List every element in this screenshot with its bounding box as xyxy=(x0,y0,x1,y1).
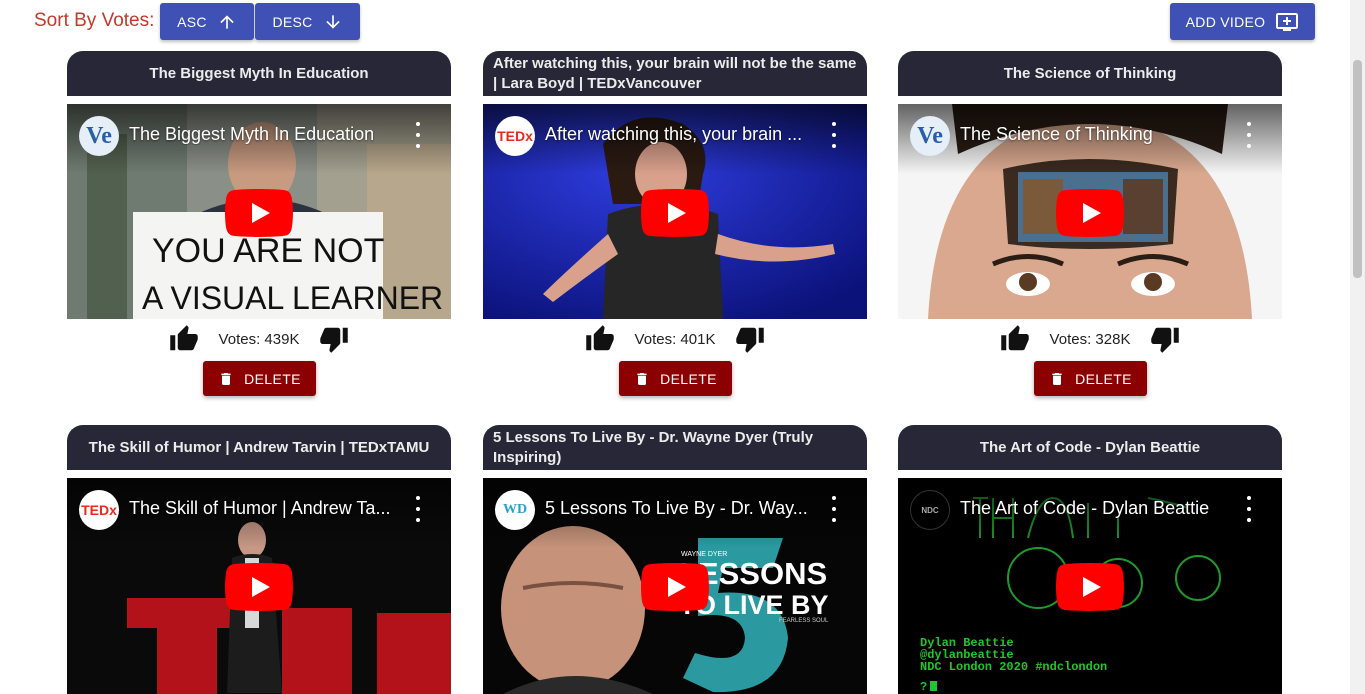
trash-icon xyxy=(1052,372,1062,385)
player-title[interactable]: The Art of Code - Dylan Beattie xyxy=(960,498,1230,519)
terminal-cursor xyxy=(930,681,937,691)
video-player[interactable]: YOU ARE NOT A VISUAL LEARNER Ve The Bigg… xyxy=(67,104,451,319)
video-card: 5 Lessons To Live By - Dr. Wayne Dyer (T… xyxy=(483,425,867,694)
thumbs-down-icon[interactable] xyxy=(733,322,767,356)
video-card: The Science of Thinking Ve The Science o… xyxy=(898,51,1282,399)
player-title[interactable]: 5 Lessons To Live By - Dr. Way... xyxy=(545,498,815,519)
play-icon[interactable] xyxy=(225,563,293,611)
trash-icon xyxy=(637,372,647,385)
delete-label: DELETE xyxy=(1075,370,1132,387)
terminal-prompt: ? xyxy=(920,680,927,694)
channel-avatar[interactable]: NDC xyxy=(910,490,950,530)
video-card: The Biggest Myth In Education YOU ARE NO… xyxy=(67,51,451,399)
trash-icon xyxy=(221,372,231,385)
sort-desc-label: DESC xyxy=(272,13,313,30)
more-options-icon[interactable] xyxy=(831,122,837,148)
votes-row: Votes: 328K xyxy=(898,322,1282,356)
thumbs-down-icon[interactable] xyxy=(1148,322,1182,356)
arrow-down-icon xyxy=(325,14,340,29)
more-options-icon[interactable] xyxy=(415,122,421,148)
delete-button[interactable]: DELETE xyxy=(619,361,732,396)
video-card: The Skill of Humor | Andrew Tarvin | TED… xyxy=(67,425,451,694)
delete-button[interactable]: DELETE xyxy=(203,361,316,396)
play-icon[interactable] xyxy=(225,189,293,237)
sign-line-2: A VISUAL LEARNER xyxy=(142,280,443,316)
sort-asc-label: ASC xyxy=(177,13,207,30)
more-options-icon[interactable] xyxy=(831,496,837,522)
player-title[interactable]: The Biggest Myth In Education xyxy=(129,124,399,145)
video-title: The Art of Code - Dylan Beattie xyxy=(898,425,1282,470)
thumbs-up-icon[interactable] xyxy=(583,322,617,356)
delete-label: DELETE xyxy=(244,370,301,387)
video-player[interactable]: Ve The Science of Thinking xyxy=(898,104,1282,319)
video-player[interactable]: WAYNE DYER LESSONS TO LIVE BY FEARLESS S… xyxy=(483,478,867,694)
more-options-icon[interactable] xyxy=(1246,122,1252,148)
video-title: After watching this, your brain will not… xyxy=(483,51,867,96)
sort-asc-button[interactable]: ASC xyxy=(160,3,254,40)
video-card: After watching this, your brain will not… xyxy=(483,51,867,399)
thumbs-up-icon[interactable] xyxy=(167,322,201,356)
add-to-queue-icon xyxy=(1276,12,1299,31)
play-icon[interactable] xyxy=(1056,563,1124,611)
play-icon[interactable] xyxy=(641,189,709,237)
more-options-icon[interactable] xyxy=(415,496,421,522)
channel-avatar[interactable]: TEDx xyxy=(495,116,535,156)
page: Sort By Votes: ASC DESC ADD VIDEO The Bi… xyxy=(0,0,1365,694)
thumbs-up-icon[interactable] xyxy=(998,322,1032,356)
video-title: The Science of Thinking xyxy=(898,51,1282,96)
vote-count: Votes: 401K xyxy=(634,330,716,348)
video-title: The Skill of Humor | Andrew Tarvin | TED… xyxy=(67,425,451,470)
video-card: The Art of Code - Dylan Beattie Dylan Be… xyxy=(898,425,1282,694)
delete-button[interactable]: DELETE xyxy=(1034,361,1147,396)
video-player[interactable]: TEDx After watching this, your brain ... xyxy=(483,104,867,319)
add-video-button[interactable]: ADD VIDEO xyxy=(1170,3,1315,40)
scrollbar[interactable] xyxy=(1350,0,1365,694)
delete-label: DELETE xyxy=(660,370,717,387)
video-title: The Biggest Myth In Education xyxy=(67,51,451,96)
player-title[interactable]: After watching this, your brain ... xyxy=(545,124,815,145)
channel-avatar[interactable]: WD xyxy=(495,490,535,530)
vote-count: Votes: 328K xyxy=(1049,330,1131,348)
votes-row: Votes: 401K xyxy=(483,322,867,356)
video-title: 5 Lessons To Live By - Dr. Wayne Dyer (T… xyxy=(483,425,867,470)
channel-avatar[interactable]: Ve xyxy=(910,116,950,156)
vote-count: Votes: 439K xyxy=(218,330,300,348)
sign-line-1: YOU ARE NOT xyxy=(152,232,384,270)
channel-avatar[interactable]: TEDx xyxy=(79,490,119,530)
votes-row: Votes: 439K xyxy=(67,322,451,356)
thumb-small-text-2: FEARLESS SOUL xyxy=(779,618,829,624)
channel-avatar[interactable]: Ve xyxy=(79,116,119,156)
sort-desc-button[interactable]: DESC xyxy=(255,3,360,40)
arrow-up-icon xyxy=(220,14,234,29)
video-player[interactable]: TEDx The Skill of Humor | Andrew Ta... xyxy=(67,478,451,694)
thumbs-down-icon[interactable] xyxy=(317,322,351,356)
player-title[interactable]: The Science of Thinking xyxy=(960,124,1230,145)
terminal-line-3: NDC London 2020 #ndclondon xyxy=(920,660,1107,674)
video-player[interactable]: Dylan Beattie @dylanbeattie NDC London 2… xyxy=(898,478,1282,694)
more-options-icon[interactable] xyxy=(1246,496,1252,522)
play-icon[interactable] xyxy=(641,563,709,611)
sort-label: Sort By Votes: xyxy=(34,10,155,31)
scrollbar-thumb[interactable] xyxy=(1353,60,1362,278)
add-video-label: ADD VIDEO xyxy=(1185,13,1266,30)
player-title[interactable]: The Skill of Humor | Andrew Ta... xyxy=(129,498,399,519)
play-icon[interactable] xyxy=(1056,189,1124,237)
